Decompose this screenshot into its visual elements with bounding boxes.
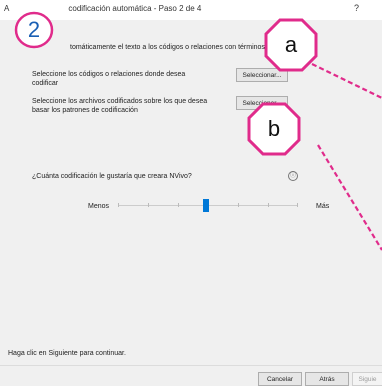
callout-b-label: b — [267, 116, 281, 141]
step-number: 2 — [27, 17, 41, 42]
callout-b-pointer — [317, 144, 382, 251]
callout-a-pointer — [311, 63, 382, 99]
annotation-overlay — [14, 11, 382, 251]
callout-a-label: a — [284, 32, 298, 57]
